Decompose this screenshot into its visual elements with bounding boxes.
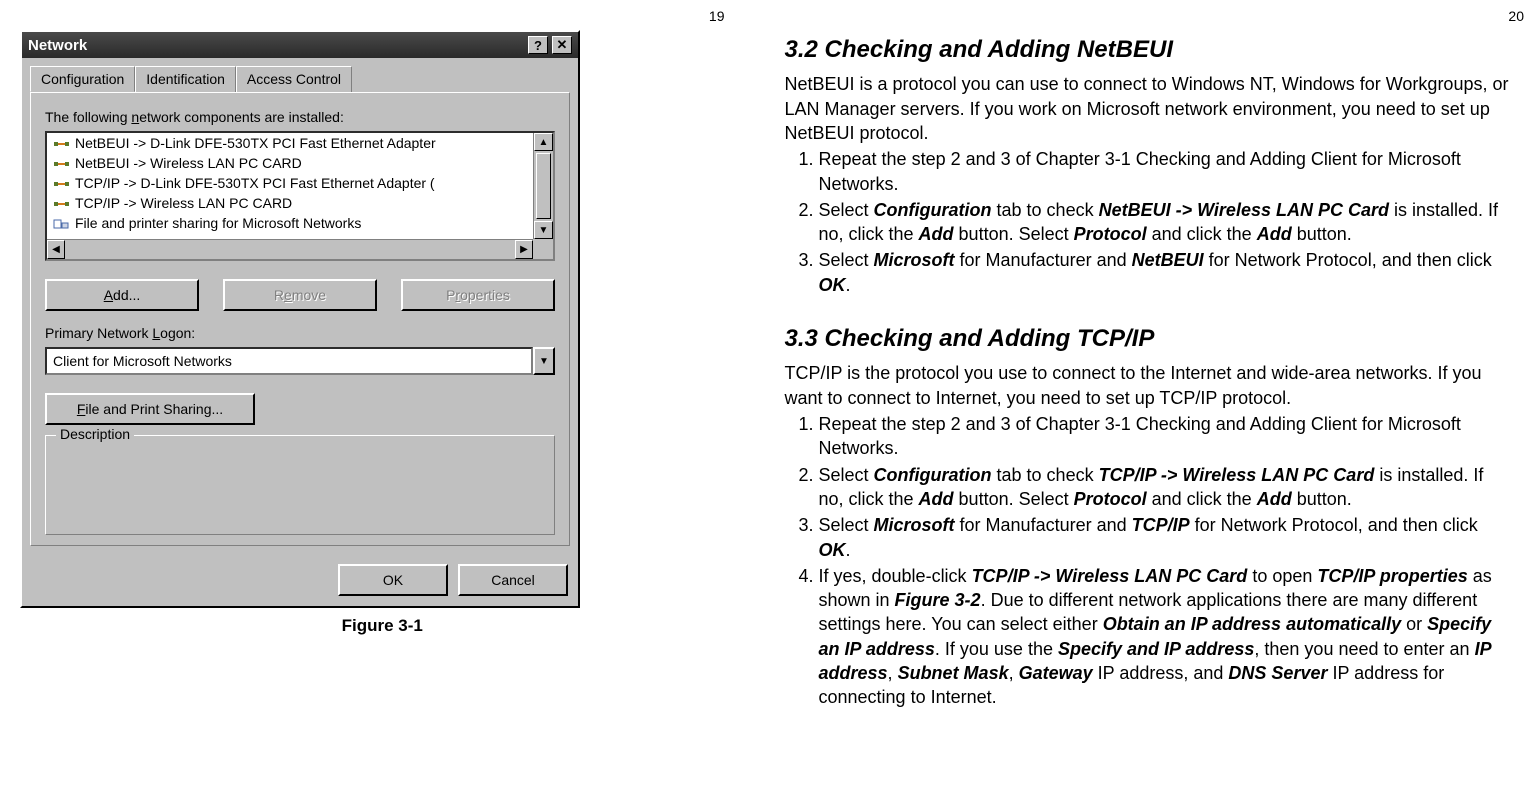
emphasis: Protocol: [1074, 489, 1147, 509]
question-icon: ?: [534, 38, 542, 53]
emphasis: OK: [819, 275, 846, 295]
emphasis: Add: [1257, 489, 1292, 509]
emphasis: Microsoft: [874, 250, 955, 270]
emphasis: DNS Server: [1228, 663, 1327, 683]
emphasis: TCP/IP properties: [1317, 566, 1467, 586]
scroll-corner: [533, 239, 553, 259]
chevron-down-icon[interactable]: ▼: [533, 347, 555, 375]
tab-access-control[interactable]: Access Control: [236, 66, 352, 92]
emphasis: Specify and IP address: [1058, 639, 1254, 659]
tab-identification[interactable]: Identification: [135, 66, 236, 92]
emphasis: Add: [919, 224, 954, 244]
emphasis: NetBEUI: [1132, 250, 1204, 270]
emphasis: Protocol: [1074, 224, 1147, 244]
list-item[interactable]: NetBEUI -> D-Link DFE-530TX PCI Fast Eth…: [47, 133, 533, 153]
scroll-right-icon[interactable]: ▶: [515, 240, 533, 259]
scroll-left-icon[interactable]: ◀: [47, 240, 65, 259]
primary-logon-dropdown[interactable]: Client for Microsoft Networks ▼: [45, 347, 555, 375]
emphasis: OK: [819, 540, 846, 560]
list-item-label: TCP/IP -> Wireless LAN PC CARD: [75, 195, 292, 211]
intro-3-2: NetBEUI is a protocol you can use to con…: [785, 72, 1510, 145]
add-button[interactable]: Add...: [45, 279, 199, 311]
tab-strip: Configuration Identification Access Cont…: [22, 58, 578, 92]
list-item[interactable]: File and printer sharing for Microsoft N…: [47, 213, 533, 233]
emphasis: Figure 3-2: [895, 590, 981, 610]
vertical-scrollbar[interactable]: ▲ ▼: [533, 133, 553, 239]
ok-button[interactable]: OK: [338, 564, 448, 596]
list-item[interactable]: NetBEUI -> Wireless LAN PC CARD: [47, 153, 533, 173]
emphasis: NetBEUI -> Wireless LAN PC Card: [1099, 200, 1389, 220]
components-label: The following network components are ins…: [45, 109, 555, 125]
page-left: 19 Network ? ✕ Configuration Identificat…: [0, 0, 765, 790]
cancel-button[interactable]: Cancel: [458, 564, 568, 596]
list-item-label: File and printer sharing for Microsoft N…: [75, 215, 361, 231]
steps-3-3: Repeat the step 2 and 3 of Chapter 3-1 C…: [785, 412, 1510, 710]
heading-3-3: 3.3 Checking and Adding TCP/IP: [785, 323, 1510, 355]
figure-caption: Figure 3-1: [20, 616, 745, 636]
dialog-title: Network: [28, 37, 87, 54]
protocol-icon: [53, 157, 69, 169]
heading-3-2: 3.2 Checking and Adding NetBEUI: [785, 34, 1510, 66]
properties-button[interactable]: Properties: [401, 279, 555, 311]
step-item: If yes, double-click TCP/IP -> Wireless …: [819, 564, 1510, 710]
step-item: Select Configuration tab to check NetBEU…: [819, 198, 1510, 247]
protocol-icon: [53, 197, 69, 209]
page-right: 20 3.2 Checking and Adding NetBEUI NetBE…: [765, 0, 1529, 790]
description-label: Description: [56, 426, 134, 442]
emphasis: Add: [919, 489, 954, 509]
emphasis: Configuration: [874, 200, 992, 220]
emphasis: Obtain an IP address automatically: [1103, 614, 1401, 634]
page-number-19: 19: [709, 8, 725, 24]
emphasis: Microsoft: [874, 515, 955, 535]
primary-logon-value: Client for Microsoft Networks: [45, 347, 533, 375]
dialog-titlebar[interactable]: Network ? ✕: [22, 32, 578, 58]
primary-logon-label: Primary Network Logon:: [45, 325, 555, 341]
emphasis: TCP/IP -> Wireless LAN PC Card: [1099, 465, 1375, 485]
emphasis: Subnet Mask: [898, 663, 1009, 683]
protocol-icon: [53, 177, 69, 189]
step-item: Select Microsoft for Manufacturer and Ne…: [819, 248, 1510, 297]
help-button[interactable]: ?: [528, 36, 548, 54]
steps-3-2: Repeat the step 2 and 3 of Chapter 3-1 C…: [785, 147, 1510, 297]
list-item-label: TCP/IP -> D-Link DFE-530TX PCI Fast Ethe…: [75, 175, 435, 191]
list-item-label: NetBEUI -> D-Link DFE-530TX PCI Fast Eth…: [75, 135, 436, 151]
horizontal-scrollbar[interactable]: ◀ ▶: [47, 239, 533, 259]
description-groupbox: Description: [45, 435, 555, 535]
scroll-up-icon[interactable]: ▲: [534, 133, 553, 151]
tab-configuration[interactable]: Configuration: [30, 66, 135, 92]
list-item[interactable]: TCP/IP -> Wireless LAN PC CARD: [47, 193, 533, 213]
tab-panel-configuration: The following network components are ins…: [30, 92, 570, 546]
emphasis: Add: [1257, 224, 1292, 244]
step-item: Repeat the step 2 and 3 of Chapter 3-1 C…: [819, 412, 1510, 461]
scroll-down-icon[interactable]: ▼: [534, 221, 553, 239]
file-print-sharing-button[interactable]: File and Print Sharing...: [45, 393, 255, 425]
close-icon: ✕: [557, 37, 568, 53]
step-item: Select Configuration tab to check TCP/IP…: [819, 463, 1510, 512]
step-item: Select Microsoft for Manufacturer and TC…: [819, 513, 1510, 562]
emphasis: Gateway: [1019, 663, 1093, 683]
list-item[interactable]: TCP/IP -> D-Link DFE-530TX PCI Fast Ethe…: [47, 173, 533, 193]
protocol-icon: [53, 137, 69, 149]
network-dialog: Network ? ✕ Configuration Identification…: [20, 30, 580, 608]
intro-3-3: TCP/IP is the protocol you use to connec…: [785, 361, 1510, 410]
emphasis: TCP/IP: [1132, 515, 1190, 535]
remove-button[interactable]: Remove: [223, 279, 377, 311]
list-item-label: NetBEUI -> Wireless LAN PC CARD: [75, 155, 302, 171]
components-listbox[interactable]: NetBEUI -> D-Link DFE-530TX PCI Fast Eth…: [45, 131, 555, 261]
emphasis: Configuration: [874, 465, 992, 485]
step-item: Repeat the step 2 and 3 of Chapter 3-1 C…: [819, 147, 1510, 196]
page-number-20: 20: [1508, 8, 1524, 24]
scroll-thumb[interactable]: [536, 153, 551, 219]
close-button[interactable]: ✕: [552, 36, 572, 54]
service-icon: [53, 217, 69, 229]
emphasis: TCP/IP -> Wireless LAN PC Card: [972, 566, 1248, 586]
